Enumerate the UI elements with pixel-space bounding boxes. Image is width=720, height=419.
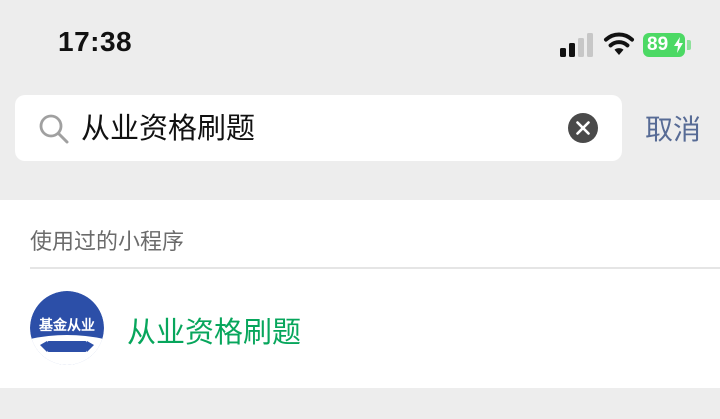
mini-program-logo-icon: 基金从业 [30,291,104,365]
list-item[interactable]: 基金从业 从业资格刷题 [0,269,720,388]
result-title: 从业资格刷题 [127,315,302,349]
signal-icon [560,33,593,57]
section-header: 使用过的小程序 [30,230,185,255]
status-bar: 17:38 89 [0,0,720,88]
avatar-text: 基金从业 [39,318,95,334]
battery-tip [687,40,691,50]
search-input[interactable] [81,95,561,161]
battery-icon: 89 [643,33,685,57]
search-bar[interactable] [15,95,622,161]
charging-bolt-icon [674,37,683,53]
cancel-button[interactable]: 取消 [645,108,701,148]
search-icon [39,114,69,144]
recent-mini-programs-panel: 使用过的小程序 基金从业 从业资格刷题 [0,200,720,388]
clear-icon [576,121,590,135]
battery-level: 89 [647,34,669,55]
clear-search-button[interactable] [568,113,598,143]
wifi-icon [604,32,634,55]
status-time: 17:38 [58,26,133,57]
